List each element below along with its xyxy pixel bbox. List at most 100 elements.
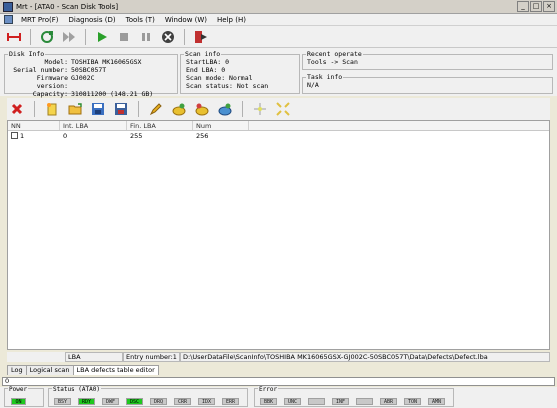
fast-forward-icon — [63, 31, 75, 42]
edit-button[interactable] — [148, 101, 164, 117]
pencil-icon — [149, 103, 162, 116]
save-button[interactable] — [90, 101, 106, 117]
menu-diagnosis[interactable]: Diagnosis (D) — [64, 16, 121, 24]
status-indicator-drq: DRQ — [150, 398, 167, 405]
import-button[interactable] — [171, 101, 187, 117]
error-indicator-blank-4 — [356, 398, 373, 405]
error-indicator-ton: TON — [404, 398, 421, 405]
power-label: Power — [8, 386, 29, 393]
task-info-legend: Task info — [307, 73, 343, 81]
app-icon — [3, 1, 13, 12]
close-button[interactable]: × — [543, 1, 555, 12]
new-file-icon — [47, 103, 57, 116]
tab-lba-defects-editor[interactable]: LBA defects table editor — [72, 365, 159, 375]
disk-info-group: Disk Info Model: TOSHIBA MK16065GSX Seria… — [4, 50, 178, 98]
connect-button[interactable] — [6, 29, 22, 45]
scan-info-group: Scan info StartLBA: 0 End LBA: 0 Scan mo… — [180, 50, 300, 94]
exit-button[interactable] — [193, 29, 209, 45]
error-indicator-abr: ABR — [380, 398, 397, 405]
stop-button[interactable] — [116, 29, 132, 45]
play-button[interactable] — [94, 29, 110, 45]
document-icon — [4, 15, 13, 24]
play-icon — [98, 31, 107, 42]
refresh-icon — [41, 30, 53, 43]
merge-icon — [218, 103, 232, 116]
window-title: Mrt - [ATA0 - Scan Disk Tools] — [16, 2, 119, 11]
capacity-value: 310811200 (148.21 GB) — [71, 90, 154, 98]
new-button[interactable] — [44, 101, 60, 117]
column-header-num[interactable]: Num — [193, 121, 249, 130]
error-indicator-blank-2 — [308, 398, 325, 405]
error-indicator-bbk: BBK — [260, 398, 277, 405]
scan-info-legend: Scan info — [185, 50, 221, 58]
toolbar-separator — [30, 28, 31, 45]
info-area: Disk Info Model: TOSHIBA MK16065GSX Seria… — [0, 48, 557, 98]
column-header-nn[interactable]: NN — [8, 121, 60, 130]
title-bar: Mrt - [ATA0 - Scan Disk Tools] _ □ × — [0, 0, 557, 14]
abort-button[interactable] — [160, 29, 176, 45]
export-button[interactable] — [194, 101, 210, 117]
connect-icon — [7, 32, 21, 41]
error-group: Error BBK UNC INF ABR TON AMN — [254, 386, 454, 407]
column-header-int-lba[interactable]: Int. LBA — [60, 121, 127, 130]
tab-strip: Log Logical scan LBA defects table edito… — [7, 365, 159, 375]
tab-log[interactable]: Log — [7, 365, 27, 375]
row-checkbox[interactable] — [11, 132, 18, 139]
status-indicator-dwf: DWF — [102, 398, 119, 405]
menu-tools[interactable]: Tools (T) — [121, 16, 160, 24]
table-row[interactable]: 1 0 255 256 — [8, 131, 549, 141]
status-indicator-dsc: DSC — [126, 398, 143, 405]
menu-help[interactable]: Help (H) — [212, 16, 251, 24]
menu-mrt-pro[interactable]: MRT Pro(F) — [16, 16, 64, 24]
status-lba-label: LBA — [65, 352, 123, 362]
task-info-group: Task info N/A — [302, 73, 553, 94]
delete-button[interactable] — [9, 101, 25, 117]
tab-logical-scan[interactable]: Logical scan — [25, 365, 74, 375]
import-icon — [172, 103, 186, 116]
menu-window[interactable]: Window (W) — [160, 16, 212, 24]
expand-icon — [276, 102, 290, 116]
editor-status-line: LBA Entry number:1 D:\UserDataFile\ScanI… — [7, 352, 550, 362]
move-up-button[interactable] — [252, 101, 268, 117]
expand-button[interactable] — [275, 101, 291, 117]
merge-button[interactable] — [217, 101, 233, 117]
toolbar-separator — [184, 28, 185, 45]
toolbar-separator — [242, 101, 243, 117]
error-indicator-inf: INF — [332, 398, 349, 405]
power-group: Power ON — [4, 386, 44, 407]
pause-icon — [142, 32, 150, 41]
status-indicator-idx: IDX — [198, 398, 215, 405]
table-header: NN Int. LBA Fin. LBA Num — [8, 121, 549, 131]
recent-operate-legend: Recent operate — [307, 50, 362, 58]
task-info-value: N/A — [307, 81, 319, 89]
start-lba: StartLBA: 0 — [186, 58, 230, 66]
cell-nn: 1 — [20, 132, 25, 140]
error-group-label: Error — [258, 386, 279, 393]
toolbar-separator — [138, 101, 139, 117]
pause-button[interactable] — [138, 29, 154, 45]
indicator-panel: Power ON Status (ATA0) BSY RDY DWF DSC DRQ CR… — [0, 386, 557, 408]
status-indicator-rdy: RDY — [78, 398, 95, 405]
cell-fin-lba: 255 — [130, 132, 143, 140]
refresh-button[interactable] — [39, 29, 55, 45]
menu-bar: MRT Pro(F) Diagnosis (D) Tools (T) Windo… — [0, 14, 557, 26]
save-as-button[interactable] — [113, 101, 129, 117]
minimize-button[interactable]: _ — [517, 1, 529, 12]
capacity-label: Capacity: — [32, 90, 68, 98]
model-value: TOSHIBA MK16065GSX — [71, 58, 142, 66]
defect-table: NN Int. LBA Fin. LBA Num 1 0 255 256 — [7, 120, 550, 350]
column-header-fin-lba[interactable]: Fin. LBA — [127, 121, 193, 130]
delete-icon — [11, 103, 23, 115]
disk-info-legend: Disk Info — [9, 50, 45, 58]
editor-toolbar — [7, 98, 550, 120]
abort-icon — [162, 30, 174, 43]
toolbar-separator — [85, 28, 86, 45]
end-lba: End LBA: 0 — [186, 66, 226, 74]
open-folder-icon — [68, 103, 82, 115]
status-indicator-err: ERR — [222, 398, 239, 405]
fast-forward-button[interactable] — [61, 29, 77, 45]
error-indicator-amn: AMN — [428, 398, 445, 405]
open-button[interactable] — [67, 101, 83, 117]
scan-status: Scan status: Not scan — [186, 82, 269, 90]
maximize-button[interactable]: □ — [530, 1, 542, 12]
